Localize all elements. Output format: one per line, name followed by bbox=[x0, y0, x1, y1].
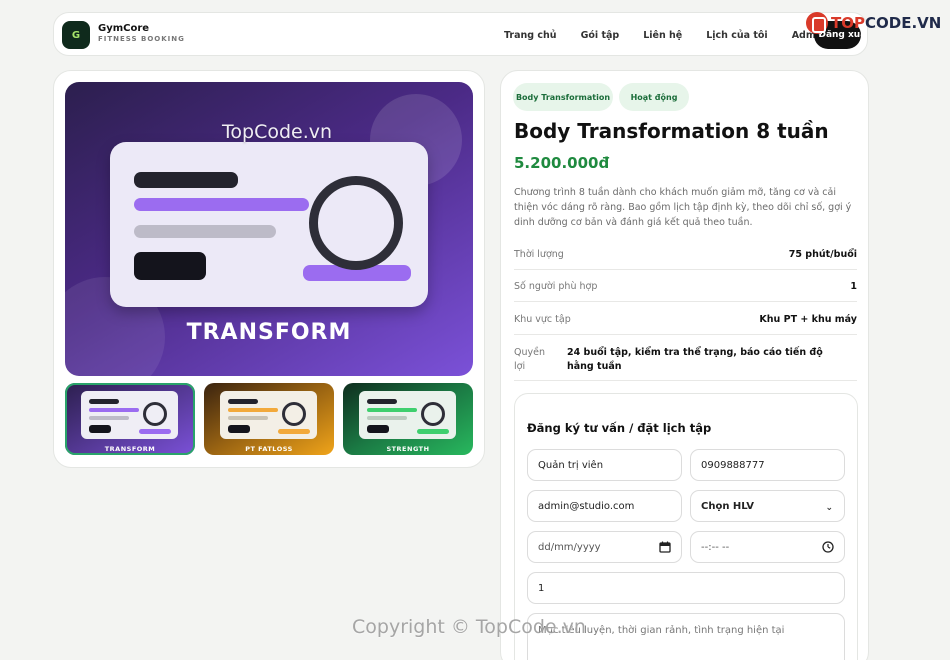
thumb-bar bbox=[89, 408, 139, 412]
thumb-circle bbox=[143, 402, 167, 426]
brand-subtitle: FITNESS BOOKING bbox=[98, 35, 185, 43]
thumb-block bbox=[367, 425, 389, 433]
info-row-duration: Thời lượng 75 phút/buổi bbox=[514, 243, 857, 270]
nav-my-schedule[interactable]: Lịch của tôi bbox=[706, 30, 767, 41]
thumb-bar bbox=[278, 429, 310, 434]
thumb-bar bbox=[367, 416, 407, 420]
info-label: Khu vực tập bbox=[514, 314, 571, 325]
category-tag: Body Transformation bbox=[513, 83, 613, 111]
watermark-icon bbox=[806, 12, 828, 34]
clock-icon[interactable] bbox=[822, 541, 834, 553]
info-label: Số người phù hợp bbox=[514, 281, 598, 292]
watermark-suffix: CODE.VN bbox=[864, 14, 942, 32]
illustration-circle bbox=[309, 176, 403, 270]
info-row-area: Khu vực tập Khu PT + khu máy bbox=[514, 302, 857, 335]
info-label: Quyền lợi bbox=[514, 347, 545, 372]
package-price: 5.200.000đ bbox=[514, 154, 610, 172]
time-placeholder: --:-- -- bbox=[701, 541, 730, 553]
quantity-field[interactable] bbox=[527, 572, 845, 604]
thumb-block bbox=[228, 425, 250, 433]
date-placeholder: dd/mm/yyyy bbox=[538, 541, 601, 553]
info-value: 75 phút/buổi bbox=[788, 249, 857, 260]
info-value: 1 bbox=[850, 281, 857, 292]
brand-logo[interactable]: G bbox=[62, 21, 90, 49]
thumbnail-caption: STRENGTH bbox=[386, 445, 430, 453]
thumbnail-transform[interactable]: TRANSFORM bbox=[65, 383, 195, 455]
nav-packages[interactable]: Gói tập bbox=[581, 30, 620, 41]
thumb-bar bbox=[367, 408, 417, 412]
illustration-bar bbox=[134, 225, 276, 238]
thumb-bar bbox=[89, 416, 129, 420]
thumbnail-illustration bbox=[220, 391, 317, 439]
package-detail-card: Body Transformation Hoạt động Body Trans… bbox=[500, 70, 869, 660]
illustration-bar bbox=[134, 198, 309, 211]
thumb-bar bbox=[139, 429, 171, 434]
thumb-bar bbox=[367, 399, 397, 404]
info-row-benefits: Quyền lợi 24 buổi tập, kiểm tra thể trạn… bbox=[514, 335, 857, 381]
chevron-down-icon: ⌄ bbox=[825, 503, 833, 513]
info-value: Khu PT + khu máy bbox=[759, 314, 857, 325]
brand-name: GymCore bbox=[98, 23, 150, 34]
info-value: 24 buổi tập, kiểm tra thể trạng, báo cáo… bbox=[567, 347, 823, 372]
time-field[interactable]: --:-- -- bbox=[690, 531, 845, 563]
brand-initial: G bbox=[71, 29, 81, 41]
thumbnail-illustration bbox=[359, 391, 456, 439]
main-nav: Trang chủ Gói tập Liên hệ Lịch của tôi A… bbox=[504, 13, 850, 57]
package-title: Body Transformation 8 tuần bbox=[514, 119, 829, 143]
hero-illustration-card bbox=[110, 142, 428, 307]
email-field[interactable] bbox=[527, 490, 682, 522]
hero-watermark: TopCode.vn bbox=[222, 121, 333, 143]
nav-contact[interactable]: Liên hệ bbox=[643, 30, 682, 41]
name-input[interactable] bbox=[538, 459, 681, 471]
thumbnail-illustration bbox=[81, 391, 178, 439]
name-field[interactable] bbox=[527, 449, 682, 481]
thumbnail-strength[interactable]: STRENGTH bbox=[343, 383, 473, 455]
form-title: Đăng ký tư vấn / đặt lịch tập bbox=[527, 421, 712, 435]
package-description: Chương trình 8 tuần dành cho khách muốn … bbox=[514, 187, 852, 228]
top-header: G GymCore FITNESS BOOKING Trang chủ Gói … bbox=[53, 12, 868, 56]
calendar-icon[interactable] bbox=[659, 541, 671, 553]
thumb-bar bbox=[228, 416, 268, 420]
thumb-bar bbox=[89, 399, 119, 404]
quantity-input[interactable] bbox=[538, 582, 844, 594]
date-field[interactable]: dd/mm/yyyy bbox=[527, 531, 682, 563]
thumbnail-caption: TRANSFORM bbox=[104, 445, 156, 453]
watermark-prefix: TOP bbox=[831, 14, 865, 32]
info-label: Thời lượng bbox=[514, 249, 564, 260]
illustration-bar bbox=[134, 172, 238, 188]
thumb-block bbox=[89, 425, 111, 433]
footer-watermark: Copyright © TopCode.vn bbox=[352, 616, 586, 638]
thumb-bar bbox=[228, 399, 258, 404]
brand[interactable]: GymCore FITNESS BOOKING bbox=[98, 23, 185, 43]
status-badge: Hoạt động bbox=[619, 83, 689, 111]
trainer-select[interactable]: Chọn HLV ⌄ bbox=[690, 490, 845, 522]
hero-caption: TRANSFORM bbox=[186, 320, 352, 345]
email-input[interactable] bbox=[538, 500, 681, 512]
phone-input[interactable] bbox=[701, 459, 844, 471]
thumb-circle bbox=[421, 402, 445, 426]
watermark-text: TOPCODE.VN bbox=[831, 14, 941, 32]
nav-home[interactable]: Trang chủ bbox=[504, 30, 557, 41]
trainer-select-value: Chọn HLV bbox=[701, 500, 755, 512]
thumbnail-caption: PT FATLOSS bbox=[245, 445, 293, 453]
illustration-block bbox=[134, 252, 206, 280]
info-row-capacity: Số người phù hợp 1 bbox=[514, 270, 857, 302]
phone-field[interactable] bbox=[690, 449, 845, 481]
thumbnail-pt-fatloss[interactable]: PT FATLOSS bbox=[204, 383, 334, 455]
thumb-bar bbox=[228, 408, 278, 412]
thumb-bar bbox=[417, 429, 449, 434]
thumb-circle bbox=[282, 402, 306, 426]
watermark-logo: TOPCODE.VN bbox=[806, 12, 941, 34]
